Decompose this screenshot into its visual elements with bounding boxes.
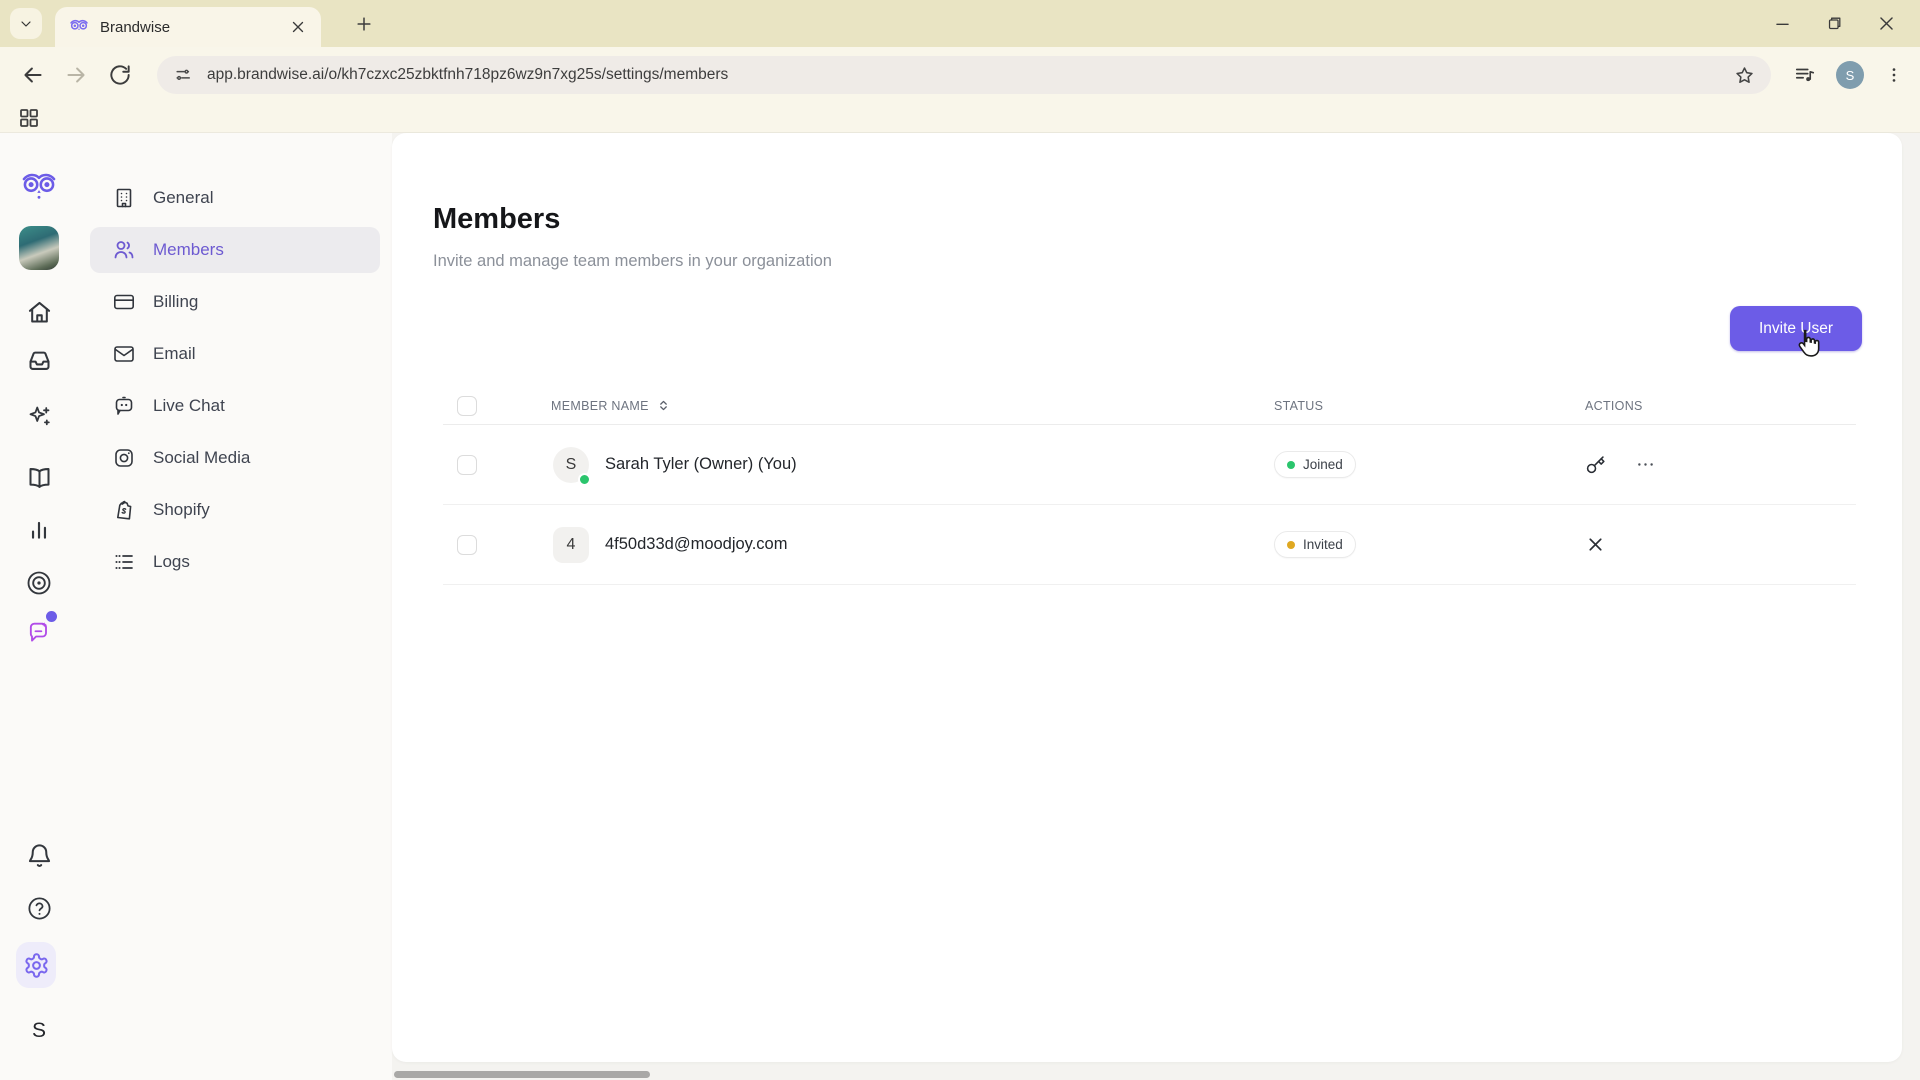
sidebar-ai-sparkles-icon[interactable] <box>19 396 59 436</box>
nav-label: Shopify <box>153 500 210 520</box>
settings-nav-billing[interactable]: Billing <box>90 279 380 325</box>
nav-label: Email <box>153 344 196 364</box>
browser-tab-brandwise[interactable]: Brandwise <box>55 7 321 47</box>
workspace-avatar[interactable] <box>19 228 59 268</box>
bookmarks-bar <box>0 103 1920 133</box>
table-header-row: MEMBER NAME STATUS ACTIONS <box>443 387 1856 425</box>
rail-notifications-bell-icon[interactable] <box>19 835 59 875</box>
media-controls-icon[interactable] <box>1794 64 1816 86</box>
members-settings-card: Members Invite and manage team members i… <box>392 133 1902 1062</box>
online-status-dot <box>578 473 591 486</box>
restore-window-icon[interactable] <box>1826 15 1843 32</box>
settings-nav-general[interactable]: General <box>90 175 380 221</box>
status-dot-invited <box>1287 541 1295 549</box>
column-status: STATUS <box>1274 399 1577 413</box>
page-title: Members <box>433 203 560 236</box>
revoke-invite-x-icon[interactable] <box>1585 534 1606 555</box>
settings-nav-members[interactable]: Members <box>90 227 380 273</box>
browser-profile-avatar[interactable]: S <box>1836 61 1864 89</box>
avatar: 4 <box>553 527 589 563</box>
avatar: S <box>553 447 589 483</box>
close-window-icon[interactable] <box>1877 14 1896 33</box>
sort-icon[interactable] <box>657 399 670 412</box>
settings-nav-live-chat[interactable]: Live Chat <box>90 383 380 429</box>
rail-profile-initial[interactable]: S <box>19 1011 59 1051</box>
column-actions: ACTIONS <box>1577 399 1856 413</box>
settings-nav-logs[interactable]: Logs <box>90 539 380 585</box>
sidebar-knowledge-book-icon[interactable] <box>19 457 59 497</box>
nav-label: Live Chat <box>153 396 225 416</box>
rail-settings-button[interactable] <box>16 945 56 985</box>
settings-nav-shopify[interactable]: Shopify <box>90 487 380 533</box>
tab-title: Brandwise <box>100 19 289 36</box>
table-row-invited-user[interactable]: 4 4f50d33d@moodjoy.com Invited <box>443 505 1856 585</box>
brandwise-favicon-owl-icon <box>69 17 89 37</box>
sidebar-home-icon[interactable] <box>19 292 59 332</box>
member-name: 4f50d33d@moodjoy.com <box>605 535 787 554</box>
tab-search-button[interactable] <box>10 8 42 39</box>
select-all-checkbox[interactable] <box>457 396 477 416</box>
status-badge: Joined <box>1274 451 1356 478</box>
nav-label: Billing <box>153 292 198 312</box>
reload-icon[interactable] <box>107 62 133 88</box>
chat-bubble-icon <box>112 394 136 418</box>
more-actions-icon[interactable] <box>1635 454 1656 475</box>
url-bar[interactable]: app.brandwise.ai/o/kh7czxc25zbktfnh718pz… <box>157 56 1771 94</box>
settings-nav-email[interactable]: Email <box>90 331 380 377</box>
invite-user-button[interactable]: Invite User <box>1730 306 1862 351</box>
bookmark-star-icon[interactable] <box>1734 65 1755 86</box>
credit-card-icon <box>112 290 136 314</box>
nav-label: General <box>153 188 213 208</box>
list-icon <box>112 550 136 574</box>
instagram-icon <box>112 446 136 470</box>
minimize-icon[interactable] <box>1773 14 1792 33</box>
browser-tab-strip: Brandwise <box>0 0 1920 47</box>
brandwise-logo-owl-icon[interactable] <box>19 167 59 207</box>
rail-help-icon[interactable] <box>19 888 59 928</box>
building-icon <box>112 186 136 210</box>
browser-toolbar: app.brandwise.ai/o/kh7czxc25zbktfnh718pz… <box>0 47 1920 103</box>
column-member-name: MEMBER NAME <box>551 399 649 413</box>
tab-close-icon[interactable] <box>289 18 307 36</box>
row-checkbox[interactable] <box>457 535 477 555</box>
status-badge: Invited <box>1274 531 1356 558</box>
table-row-sarah-tyler[interactable]: S Sarah Tyler (Owner) (You) Joined <box>443 425 1856 505</box>
app-window: S General Members Billing <box>0 133 1920 1080</box>
url-text[interactable]: app.brandwise.ai/o/kh7czxc25zbktfnh718pz… <box>207 66 1734 84</box>
nav-label: Members <box>153 240 224 260</box>
sidebar-targets-icon[interactable] <box>19 563 59 603</box>
settings-nav: General Members Billing Email Live <box>78 133 392 1080</box>
horizontal-scrollbar-thumb[interactable] <box>394 1071 650 1078</box>
member-name: Sarah Tyler (Owner) (You) <box>605 455 797 474</box>
workspace-avatar-image <box>19 226 59 270</box>
notification-dot <box>46 611 57 622</box>
sidebar-inbox-icon[interactable] <box>19 340 59 380</box>
page-subtitle: Invite and manage team members in your o… <box>433 252 832 271</box>
gear-icon <box>23 952 50 979</box>
users-icon <box>112 238 136 262</box>
settings-nav-social-media[interactable]: Social Media <box>90 435 380 481</box>
browser-menu-kebab-icon[interactable] <box>1884 65 1904 85</box>
apps-grid-icon[interactable] <box>17 106 41 130</box>
members-table: MEMBER NAME STATUS ACTIONS S Sarah Tyler… <box>443 387 1856 585</box>
api-key-icon[interactable] <box>1585 454 1606 475</box>
app-icon-rail: S <box>0 133 78 1080</box>
new-tab-button[interactable] <box>352 12 376 36</box>
row-checkbox[interactable] <box>457 455 477 475</box>
nav-label: Logs <box>153 552 190 572</box>
window-controls <box>1773 0 1910 47</box>
site-info-icon[interactable] <box>173 65 193 85</box>
shopify-bag-icon <box>112 498 136 522</box>
nav-label: Social Media <box>153 448 250 468</box>
sidebar-analytics-icon[interactable] <box>19 510 59 550</box>
mail-icon <box>112 342 136 366</box>
status-dot-joined <box>1287 461 1295 469</box>
back-icon[interactable] <box>20 62 46 88</box>
chevron-down-icon <box>18 16 34 32</box>
sidebar-ai-chat-icon[interactable] <box>19 613 59 653</box>
forward-icon[interactable] <box>63 62 89 88</box>
